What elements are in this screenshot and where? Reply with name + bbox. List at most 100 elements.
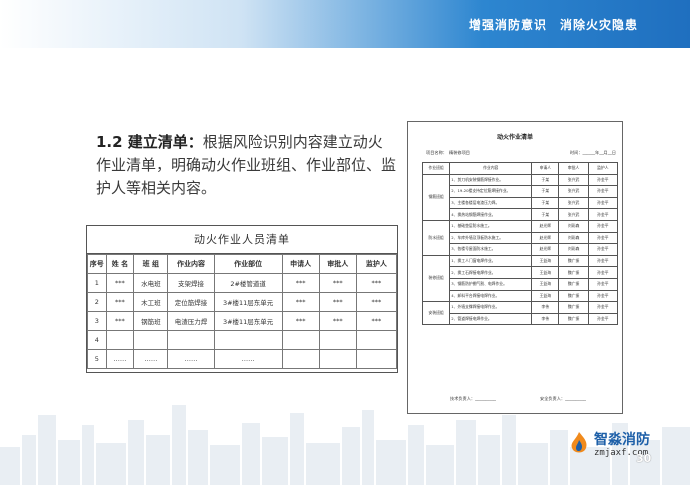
table-cell (281, 349, 320, 369)
group-name-cell: 防水班组 (421, 219, 451, 256)
table-row: 5…………………… (87, 349, 398, 369)
work-list-document: 动火作业清单 项目名称： 精装修项目 时间：______年__月__日 作业班组… (407, 121, 623, 414)
table-cell: 魏广振 (558, 301, 589, 314)
table-cell: 2、车库外墙及顶板防水施工。 (449, 231, 533, 245)
table-row: 钢筋班组 1、剪刀机安装钢筋焊接作业。 于某 张兴武 孙金平 (421, 173, 619, 221)
tech-lead-signature: 技术负责人：__________ (449, 396, 497, 401)
table-cell: *** (318, 311, 357, 331)
col-header-approver: 审批人 (318, 254, 357, 274)
table-row: 安装班组 1、外墙支撑焊接电焊作业。 李伟 魏广振 孙金平 (421, 301, 619, 326)
top-banner: 增强消防意识 消除火灾隐患 (0, 0, 690, 48)
group-name-cell: 装修班组 (421, 254, 451, 303)
table-cell: 3#楼11层东单元 (213, 292, 283, 312)
table-cell: 3、钢筋防护棚气割、电焊作业。 (449, 277, 533, 291)
table-cell: 王益海 (531, 266, 560, 279)
personnel-table-card: 动火作业人员清单 序号 姓 名 班 组 作业内容 作业部位 申请人 审批人 监护… (86, 225, 398, 373)
table-row: 2 *** 木工班 定位筋焊接 3#楼11层东单元 *** *** *** (87, 292, 398, 312)
table-cell: 4 (87, 330, 107, 350)
table-cell: 孙金平 (587, 277, 619, 291)
table-cell: 魏广振 (558, 289, 589, 303)
table-cell (318, 330, 357, 350)
work-list-title: 动火作业清单 (496, 134, 533, 141)
table-cell: 2、19-20楼支持定位筋焊接作业。 (449, 185, 533, 198)
table-cell: *** (105, 311, 135, 331)
table-cell: 张兴武 (558, 196, 589, 210)
table-cell: 木工班 (133, 292, 169, 312)
logo-name: 智淼消防 (594, 432, 650, 448)
table-cell (281, 330, 320, 350)
col-header-name: 姓 名 (105, 254, 135, 274)
personnel-table-title: 动火作业人员清单 (87, 226, 397, 254)
table-cell: 1、剪刀机安装钢筋焊接作业。 (449, 173, 533, 187)
table-cell: 孙金平 (587, 196, 619, 210)
table-cell: 刘彩森 (558, 231, 589, 245)
table-cell: 孙金平 (587, 219, 619, 233)
table-cell: 张兴武 (558, 208, 589, 221)
table-row: 3、钢筋防护棚气割、电焊作业。 王益海 魏广振 孙金平 (423, 277, 619, 291)
table-cell: 张兴武 (558, 173, 589, 187)
table-cell: *** (355, 292, 398, 312)
table-cell: 3 (87, 311, 107, 331)
table-cell (105, 330, 135, 350)
table-cell: 赵光辉 (531, 219, 560, 233)
flame-logo-icon (571, 432, 587, 453)
col-header-work: 作业内容 (449, 162, 533, 175)
table-cell: *** (318, 292, 357, 312)
table-cell: *** (281, 292, 320, 312)
table-cell: 4、换热站钢筋焊接作业。 (449, 208, 533, 221)
personnel-table: 序号 姓 名 班 组 作业内容 作业部位 申请人 审批人 监护人 1 *** 水电班… (87, 254, 398, 369)
table-cell: 孙金平 (587, 254, 619, 268)
table-cell: 孙金平 (587, 312, 619, 326)
work-list-table: 作业班组 作业内容 申请人 审批人 监护人 钢筋班组 1、剪刀机安装钢筋焊接作业。… (421, 162, 619, 326)
table-cell: 2、管道焊接电焊作业。 (449, 312, 533, 326)
table-cell: 钢筋班 (133, 311, 169, 331)
table-cell: 3、主楼各楼层电渣压力焊。 (449, 196, 533, 210)
table-row: 2、车库外墙及顶板防水施工。 赵光辉 刘彩森 孙金平 (423, 231, 619, 245)
personnel-table-header-row: 序号 姓 名 班 组 作业内容 作业部位 申请人 审批人 监护人 (87, 254, 398, 274)
table-cell: 刘彩森 (558, 243, 589, 256)
table-cell: 水电班 (133, 273, 169, 293)
table-row: 3、各楼号屋面防水施工。 赵光辉 刘彩森 孙金平 (423, 243, 619, 256)
table-cell: 赵光辉 (531, 243, 560, 256)
col-header-index: 序号 (87, 254, 107, 274)
table-cell: 2、换工石焊接电焊作业。 (449, 266, 533, 279)
table-cell: 1、外墙支撑焊接电焊作业。 (449, 301, 533, 314)
table-cell: 孙金平 (587, 173, 619, 187)
time-label: 时间：______年__月__日 (569, 150, 616, 155)
table-cell: *** (318, 273, 357, 293)
table-cell: 支架焊接 (167, 273, 215, 293)
table-cell: *** (105, 273, 135, 293)
table-cell: 4、卸料平台焊接电焊作业。 (449, 289, 533, 303)
table-cell: 孙金平 (587, 208, 619, 221)
table-cell (213, 330, 283, 350)
table-cell: 3、各楼号屋面防水施工。 (449, 243, 533, 256)
table-cell: *** (105, 292, 135, 312)
table-row: 2、19-20楼支持定位筋焊接作业。 于某 张兴武 孙金平 (423, 185, 619, 198)
table-cell: 3#楼11层东单元 (213, 311, 283, 331)
table-cell: 电渣压力焊 (167, 311, 215, 331)
table-cell (355, 330, 398, 350)
table-cell: 魏广振 (558, 266, 589, 279)
table-cell: 孙金平 (587, 185, 619, 198)
table-cell: 孙金平 (587, 231, 619, 245)
project-label: 项目名称： 精装修项目 (426, 150, 470, 155)
table-cell (167, 330, 215, 350)
table-row: 4、换热站钢筋焊接作业。 于某 张兴武 孙金平 (423, 208, 619, 221)
table-cell: 魏广振 (558, 254, 589, 268)
col-header-content: 作业内容 (167, 254, 215, 274)
col-header-applicant: 申请人 (531, 162, 560, 175)
table-cell: *** (281, 273, 320, 293)
table-cell: 王益海 (531, 254, 560, 268)
banner-slogan: 增强消防意识 消除火灾隐患 (468, 18, 638, 32)
col-header-approver: 审批人 (558, 162, 589, 175)
col-header-guardian: 监护人 (355, 254, 398, 274)
table-cell: …… (105, 349, 135, 369)
table-row: 2、换工石焊接电焊作业。 王益海 魏广振 孙金平 (423, 266, 619, 279)
table-row: 4 (87, 330, 398, 350)
table-cell: 2#楼管道道 (213, 273, 283, 293)
table-row: 3 *** 钢筋班 电渣压力焊 3#楼11层东单元 *** *** *** (87, 311, 398, 331)
table-row: 2、管道焊接电焊作业。 李伟 魏广振 孙金平 (423, 312, 619, 326)
table-cell: …… (167, 349, 215, 369)
table-cell: 王益海 (531, 277, 560, 291)
table-cell: 孙金平 (587, 266, 619, 279)
